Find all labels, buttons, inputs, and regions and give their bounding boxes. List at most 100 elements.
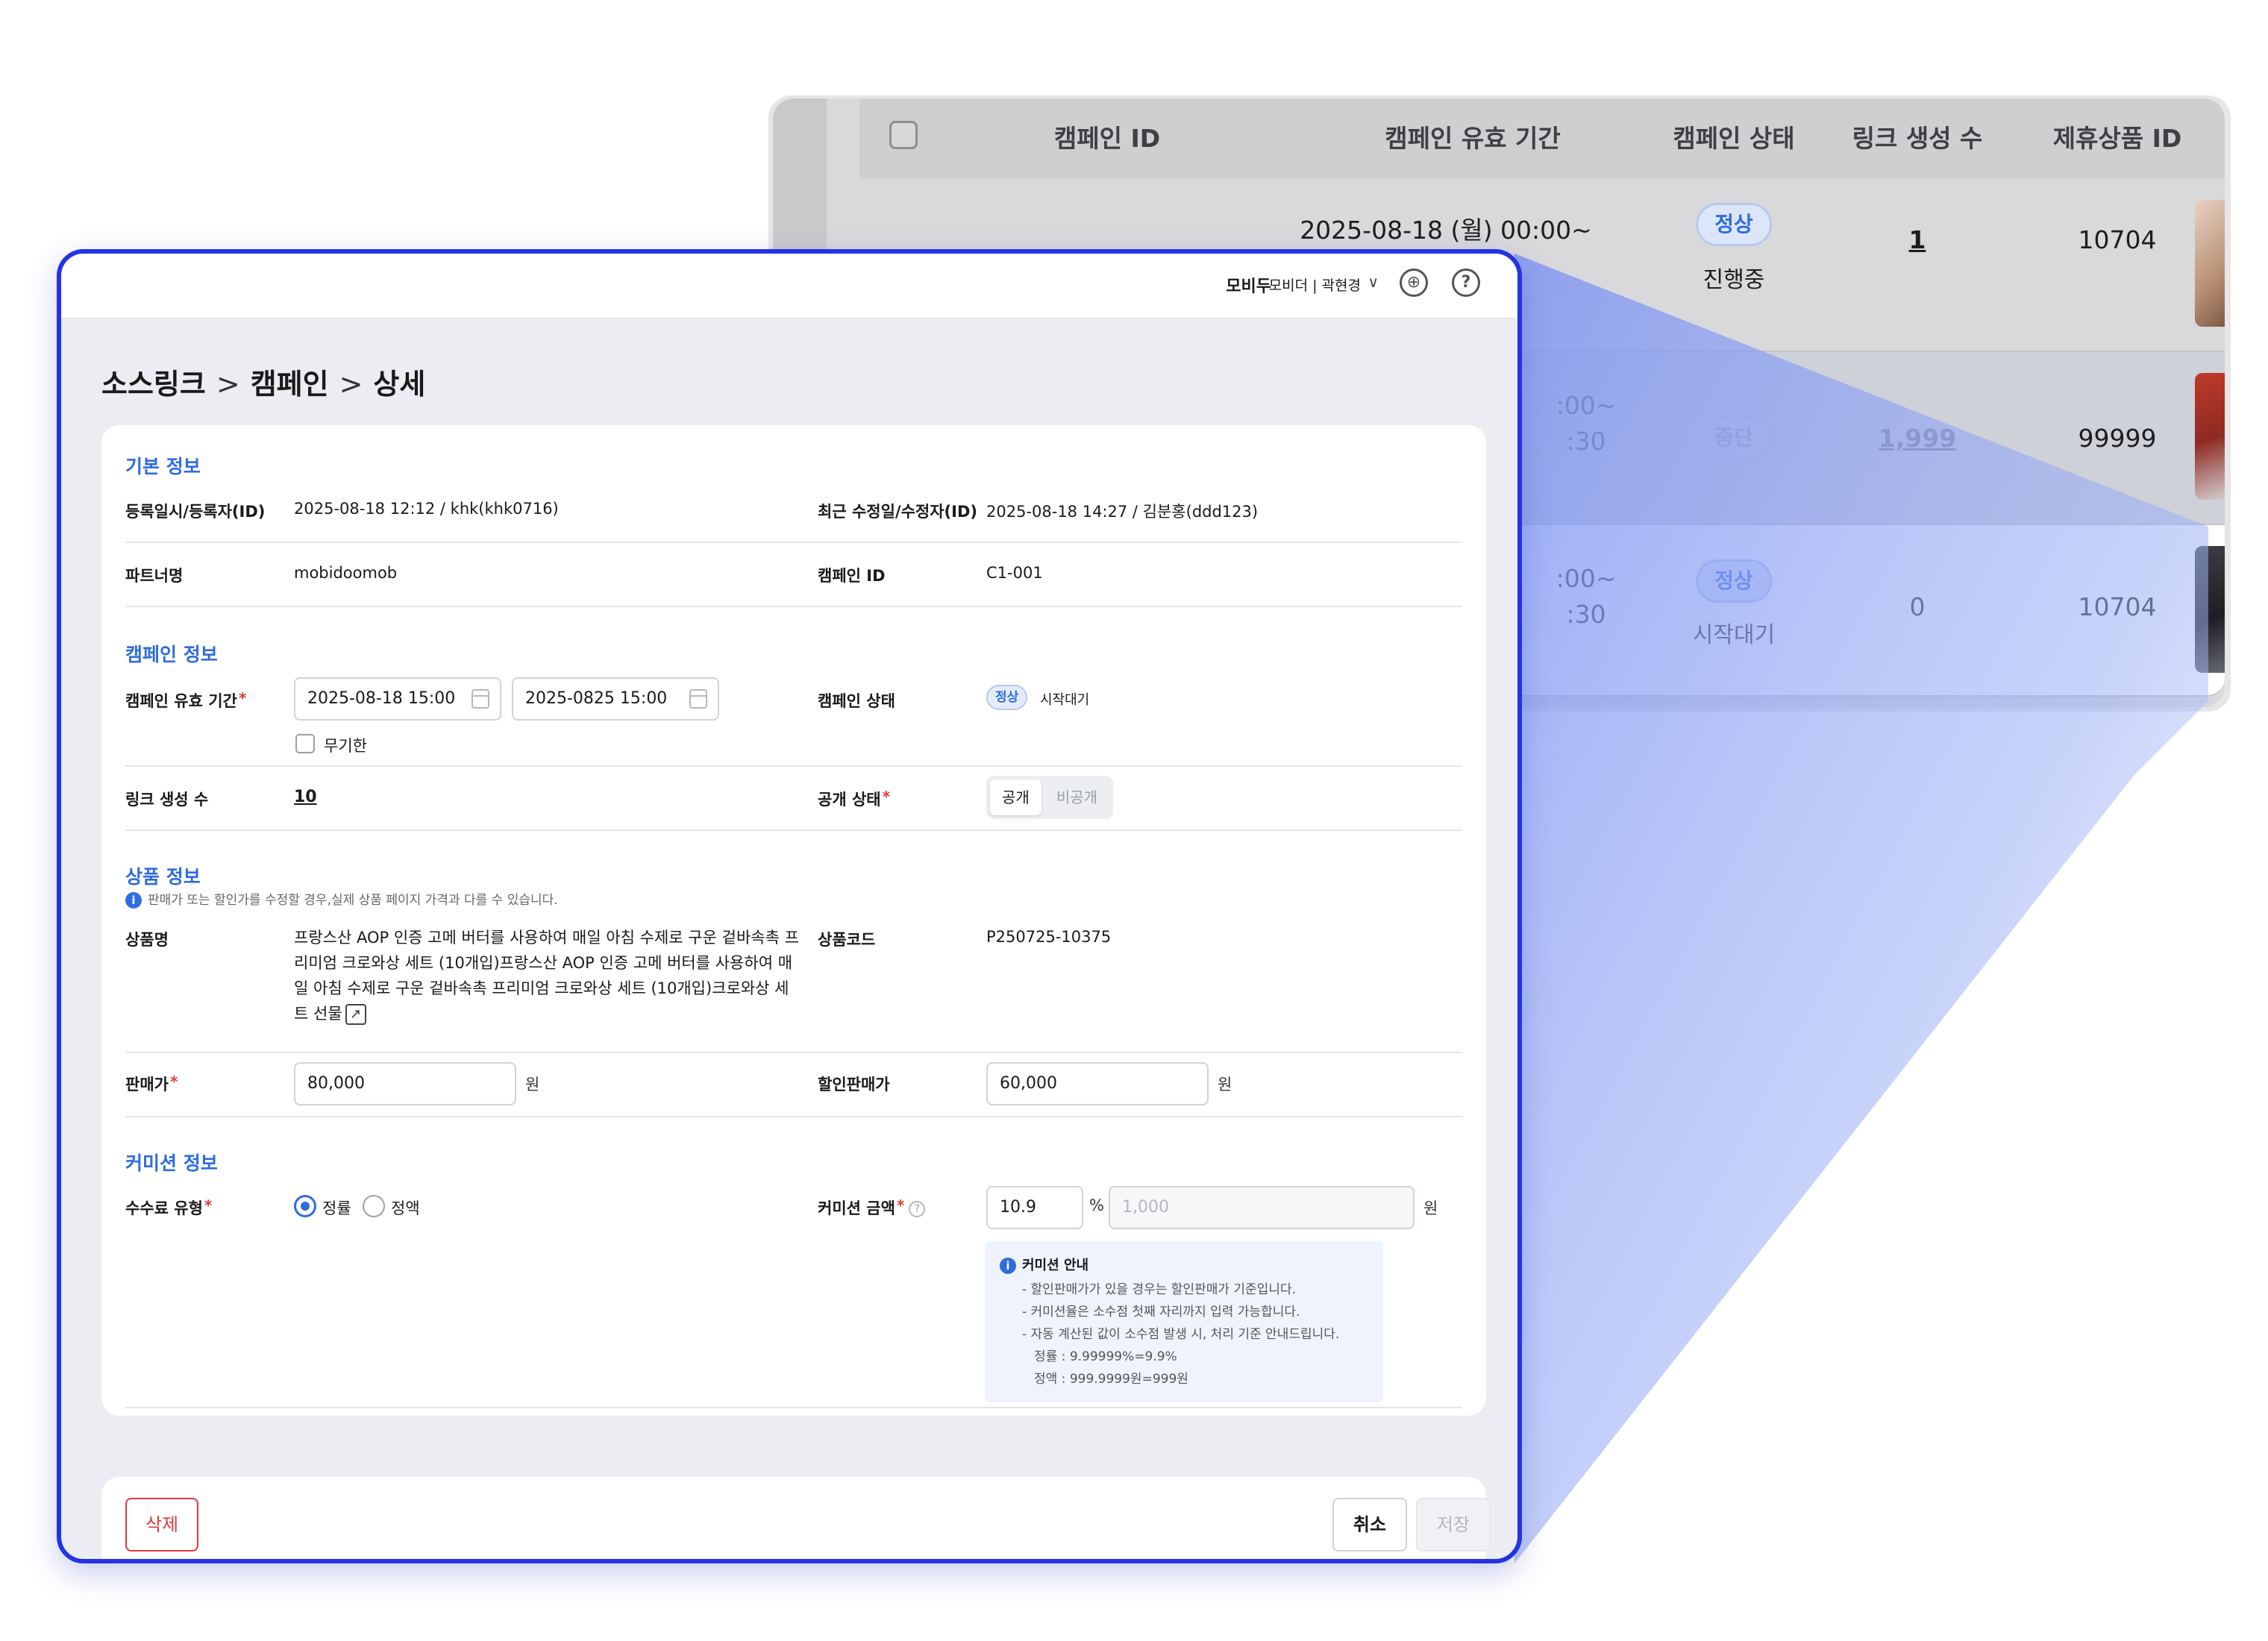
price-input[interactable]: 80,000	[294, 1062, 516, 1105]
calendar-icon[interactable]	[689, 689, 707, 709]
status-text: 진행중	[1702, 267, 1765, 293]
chevron-down-icon[interactable]: ∨	[1368, 273, 1379, 291]
discount-label: 할인판매가	[818, 1076, 890, 1094]
divider	[125, 1407, 1462, 1408]
globe-icon[interactable]: ⊕	[1400, 269, 1428, 297]
breadcrumb-item-campaign[interactable]: 캠페인	[251, 368, 329, 401]
unlimited-checkbox[interactable]	[295, 734, 315, 753]
delete-button[interactable]: 삭제	[125, 1498, 198, 1551]
info-icon: i	[1000, 1258, 1016, 1274]
help-icon[interactable]: ?	[909, 1201, 926, 1217]
breadcrumb: 소스링크 > 캠페인 > 상세	[101, 361, 425, 402]
row-period-end: :30	[1566, 600, 1606, 629]
cancel-button[interactable]: 취소	[1332, 1498, 1407, 1551]
divider	[125, 765, 1462, 767]
breadcrumb-separator: >	[339, 368, 363, 401]
product-name-value: 프랑스산 AOP 인증 고메 버터를 사용하여 매일 아침 수제로 구운 겉바속…	[294, 925, 801, 1026]
detail-form-card: 기본 정보 등록일시/등록자(ID) 2025-08-18 12:12 / kh…	[101, 425, 1486, 1416]
header-product-id: 제휴상품 ID	[2052, 124, 2182, 153]
section-title-commission: 커미션 정보	[125, 1152, 218, 1174]
radio-rate-label: 정률	[322, 1199, 351, 1217]
select-all-checkbox[interactable]	[889, 121, 918, 149]
period-end-input[interactable]: 2025-0825 15:00	[512, 677, 719, 721]
top-bar: 모비두 모비더 | 곽현경 ∨ ⊕ ?	[61, 254, 1517, 319]
unlimited-label: 무기한	[324, 737, 367, 755]
breadcrumb-separator: >	[216, 368, 240, 401]
link-count[interactable]: 1,999	[1879, 424, 1956, 453]
header-campaign-period: 캠페인 유효 기간	[1385, 124, 1561, 153]
price-unit: 원	[525, 1076, 540, 1094]
commission-rate-input[interactable]: 10.9	[986, 1186, 1083, 1229]
visibility-toggle: 공개 비공개	[986, 776, 1114, 819]
radio-fixed-label: 정액	[391, 1199, 420, 1217]
mod-label: 최근 수정일/수정자(ID)	[818, 503, 977, 521]
discount-unit: 원	[1218, 1076, 1232, 1094]
discount-price-input[interactable]: 60,000	[986, 1062, 1209, 1105]
commission-amount-label: 커미션 금액 *?	[818, 1196, 926, 1219]
header-campaign-id: 캠페인 ID	[1053, 124, 1161, 153]
guide-line: - 커미션율은 소수점 첫째 자리까지 입력 가능합니다.	[1022, 1305, 1300, 1320]
help-icon[interactable]: ?	[1452, 269, 1480, 297]
status-text: 시작대기	[1040, 692, 1090, 708]
period-start-input[interactable]: 2025-08-18 15:00	[294, 677, 501, 721]
reg-value: 2025-08-18 12:12 / khk(khk0716)	[294, 500, 559, 518]
breadcrumb-item-sourcelink[interactable]: 소스링크	[101, 368, 206, 401]
divider	[125, 1116, 1462, 1117]
reg-label: 등록일시/등록자(ID)	[125, 503, 266, 521]
commission-guide-box: i 커미션 안내 - 할인판매가가 있을 경우는 할인판매가 기준입니다. - 커…	[985, 1241, 1383, 1402]
product-thumbnail	[2195, 200, 2225, 327]
price-label: 판매가 *	[125, 1073, 178, 1094]
guide-line: 정률 : 9.99999%=9.9%	[1034, 1349, 1177, 1364]
row-period-start: :00~	[1556, 391, 1617, 420]
visibility-private-option[interactable]: 비공개	[1044, 779, 1109, 815]
divider	[125, 829, 1462, 831]
info-icon: i	[125, 892, 142, 909]
section-title-campaign: 캠페인 정보	[125, 644, 218, 665]
header-link-count: 링크 생성 수	[1852, 124, 1983, 153]
product-code-label: 상품코드	[818, 931, 876, 949]
commission-type-label: 수수료 유형 *	[125, 1196, 213, 1217]
status-text: 시작대기	[1692, 622, 1776, 648]
breadcrumb-item-detail: 상세	[373, 368, 426, 401]
product-id: 10704	[2078, 225, 2157, 254]
section-title-product: 상품 정보	[125, 866, 201, 888]
external-link-icon[interactable]: ↗	[345, 1004, 366, 1025]
campaign-id-label: 캠페인 ID	[818, 567, 886, 585]
product-code-value: P250725-10375	[986, 928, 1112, 946]
status-badge: 정상	[986, 685, 1028, 710]
partner-label: 파트너명	[125, 567, 184, 585]
visibility-label: 공개 상태 *	[818, 788, 891, 809]
divider	[125, 606, 1462, 607]
visibility-public-option[interactable]: 공개	[990, 779, 1041, 815]
user-menu[interactable]: 모비더 | 곽현경	[1269, 274, 1361, 295]
brand-name: 모비두	[1226, 277, 1271, 296]
divider	[125, 1052, 1462, 1053]
save-button[interactable]: 저장	[1416, 1498, 1491, 1551]
product-name-label: 상품명	[125, 931, 169, 949]
header-campaign-status: 캠페인 상태	[1673, 124, 1795, 153]
section-title-basic: 기본 정보	[125, 456, 201, 477]
product-thumbnail	[2195, 373, 2225, 500]
guide-line: 정액 : 999.9999원=999원	[1034, 1372, 1188, 1387]
campaign-detail-window: 모비두 모비더 | 곽현경 ∨ ⊕ ? 소스링크 > 캠페인 > 상세 기본 정보 등록…	[57, 249, 1522, 1563]
status-badge: 중단	[1696, 416, 1772, 459]
commission-amount-input[interactable]: 1,000	[1109, 1186, 1415, 1229]
radio-fixed[interactable]	[363, 1195, 385, 1217]
link-count-value[interactable]: 10	[294, 788, 317, 806]
campaign-id-value: C1-001	[986, 564, 1043, 582]
product-thumbnail	[2195, 546, 2225, 673]
calendar-icon[interactable]	[472, 689, 489, 709]
product-notice: i 판매가 또는 할인가를 수정할 경우,실제 상품 페이지 가격과 다를 수 있…	[125, 889, 558, 909]
action-bar: 삭제 취소 저장	[101, 1477, 1491, 1559]
radio-rate[interactable]	[294, 1195, 316, 1217]
link-count[interactable]: 1	[1909, 225, 1926, 254]
guide-line: - 자동 계산된 값이 소수점 발생 시, 처리 기준 안내드립니다.	[1022, 1327, 1340, 1342]
status-label: 캠페인 상태	[818, 692, 895, 710]
rate-unit: %	[1089, 1196, 1104, 1214]
mod-value: 2025-08-18 14:27 / 김분홍(ddd123)	[986, 503, 1259, 521]
status-badge: 정상	[1696, 559, 1772, 603]
divider	[125, 542, 1462, 543]
product-id: 99999	[2078, 424, 2157, 453]
link-count-label: 링크 생성 수	[125, 791, 209, 809]
link-count[interactable]: 0	[1910, 592, 1926, 621]
